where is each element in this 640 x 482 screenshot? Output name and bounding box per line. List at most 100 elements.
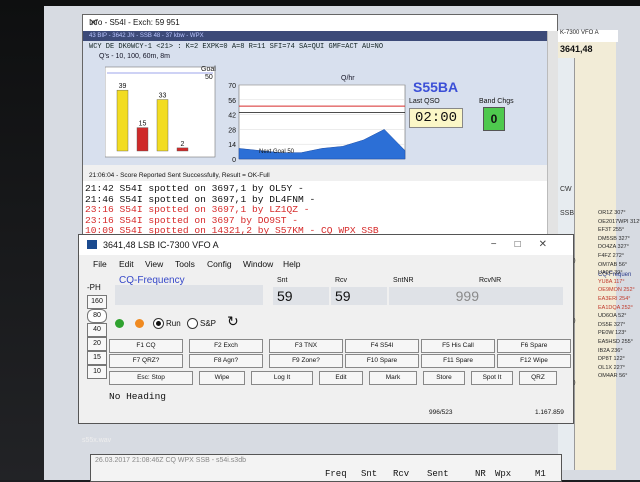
- band-label: -PH: [87, 283, 101, 292]
- log-col-nr[interactable]: NR: [475, 469, 486, 479]
- bandmap-spot[interactable]: OM4AR 56°: [598, 373, 627, 379]
- function-key-button[interactable]: F1 CQ: [109, 339, 183, 353]
- heading-text: No Heading: [109, 391, 167, 402]
- window-controls[interactable]: −□✕: [491, 239, 565, 250]
- action-button[interactable]: Edit: [319, 371, 363, 385]
- close-icon[interactable]: ✕: [89, 18, 553, 29]
- rcv-label: Rcv: [335, 277, 348, 284]
- app-logo-icon: [87, 240, 97, 249]
- bandmap-spot[interactable]: IB2A 236°: [598, 348, 623, 354]
- menu-tools[interactable]: Tools: [175, 259, 195, 269]
- function-key-button[interactable]: F6 Spare: [497, 339, 571, 353]
- qs-chart-title: Q's - 10, 100, 60m, 8m: [99, 53, 170, 60]
- function-key-button[interactable]: F9 Zone?: [269, 354, 343, 368]
- action-button[interactable]: Esc: Stop: [109, 371, 193, 385]
- action-button[interactable]: QRZ: [519, 371, 557, 385]
- function-key-button[interactable]: F3 TNX: [269, 339, 343, 353]
- function-key-button[interactable]: F4 S54I: [345, 339, 419, 353]
- refresh-icon[interactable]: ↻: [227, 313, 239, 330]
- info-scrollbar[interactable]: [547, 31, 558, 237]
- last-qso-label: Last QSO: [409, 98, 440, 105]
- status-score: 1.167.859: [535, 409, 564, 416]
- bandmap-spot[interactable]: DP8T 122°: [598, 356, 625, 362]
- log-col-freq[interactable]: Freq: [325, 469, 347, 479]
- wcy-line: WCY DE DK0WCY-1 <21> : K=2 EXPK=0 A=8 R=…: [89, 43, 384, 51]
- menu-help[interactable]: Help: [283, 259, 300, 269]
- bandmap-spot[interactable]: EA1DQA 252°: [598, 305, 633, 311]
- spot-line[interactable]: 21:46 S54I spotted on 3697,1 by DL4FNM -: [85, 194, 315, 205]
- menu-window[interactable]: Window: [243, 259, 273, 269]
- menu-edit[interactable]: Edit: [119, 259, 134, 269]
- band-changes-count: 0: [483, 107, 505, 131]
- menu-view[interactable]: View: [145, 259, 163, 269]
- info-titlebar: Info - S54I - Exch: 59 951 ✕: [83, 15, 557, 31]
- spot-line[interactable]: 23:16 S54I spotted on 3697 by DO9ST -: [85, 215, 298, 226]
- band-button-80[interactable]: 80: [87, 309, 107, 323]
- action-button[interactable]: Wipe: [199, 371, 245, 385]
- qs-bar: [176, 147, 189, 152]
- function-key-button[interactable]: F8 Agn?: [189, 354, 263, 368]
- log-col-rcv[interactable]: Rcv: [393, 469, 409, 479]
- rcvnr-label: RcvNR: [479, 277, 502, 284]
- bandmap-spot[interactable]: EA3ERI 254°: [598, 296, 630, 302]
- qhr-rate-chart: 70 56 42 28 14 0: [228, 83, 406, 164]
- action-button[interactable]: Store: [423, 371, 465, 385]
- function-key-button[interactable]: F11 Spare: [421, 354, 495, 368]
- bandmap-spot[interactable]: YU8A 117°: [598, 279, 625, 285]
- action-button[interactable]: Mark: [369, 371, 417, 385]
- spot-line[interactable]: 21:42 S54I spotted on 3697,1 by OL5Y -: [85, 183, 304, 194]
- rate-tick-label: 42: [228, 113, 236, 120]
- bandmap-spot[interactable]: PE0W 123°: [598, 330, 627, 336]
- menu-config[interactable]: Config: [207, 259, 232, 269]
- band-button-40[interactable]: 40: [87, 323, 107, 337]
- log-col-wpx[interactable]: Wpx: [495, 469, 511, 479]
- bandmap-spot[interactable]: DO4ZA 327°: [598, 244, 629, 250]
- bandmap-spot[interactable]: OM7AB 56°: [598, 262, 627, 268]
- bandmap-spot[interactable]: OR1Z 307°: [598, 210, 626, 216]
- bandmap-spot[interactable]: OL1X 227°: [598, 365, 625, 371]
- sp-radio[interactable]: [187, 318, 198, 329]
- green-status-icon: [115, 319, 124, 328]
- sntnr-field[interactable]: 999: [389, 287, 483, 305]
- spot-line[interactable]: 23:16 S54I spotted on 3697,1 by LZ1QZ -: [85, 204, 310, 215]
- action-button[interactable]: Log It: [251, 371, 313, 385]
- bandmap-spot[interactable]: UA9C 39°: [598, 270, 623, 276]
- menu-file[interactable]: File: [93, 259, 107, 269]
- function-key-button[interactable]: F12 Wipe: [497, 354, 571, 368]
- log-col-snt[interactable]: Snt: [361, 469, 377, 479]
- bandmap-spot[interactable]: OE9MON 252°: [598, 287, 635, 293]
- band-button-20[interactable]: 20: [87, 337, 107, 351]
- function-key-button[interactable]: F5 His Call: [421, 339, 495, 353]
- rate-tick-label: 28: [228, 127, 236, 134]
- function-key-button[interactable]: F10 Spare: [345, 354, 419, 368]
- run-radio[interactable]: [153, 318, 164, 329]
- qs-bar: [156, 99, 169, 152]
- band-button-15[interactable]: 15: [87, 351, 107, 365]
- callsign-input[interactable]: [115, 285, 263, 305]
- band-button-160[interactable]: 160: [87, 295, 107, 309]
- bandmap-title: K-7300 VFO A: [558, 30, 618, 42]
- function-key-button[interactable]: F2 Exch: [189, 339, 263, 353]
- band-changes-label: Band Chgs: [479, 98, 514, 105]
- spot-list[interactable]: 21:42 S54I spotted on 3697,1 by OL5Y -21…: [83, 181, 547, 237]
- qs-bar-label: 2: [181, 141, 185, 148]
- rcvnr-field[interactable]: [479, 287, 563, 305]
- band-button-10[interactable]: 10: [87, 365, 107, 379]
- bandmap-spot[interactable]: OE2017WPI 312°: [598, 219, 640, 225]
- status-count: 996/523: [429, 409, 453, 416]
- rate-tick-label: 14: [228, 142, 236, 149]
- bandmap-spot[interactable]: F4FZ 272°: [598, 253, 624, 259]
- bandmap-spot[interactable]: EF3T 255°: [598, 227, 624, 233]
- rcv-field[interactable]: 59: [331, 287, 387, 305]
- bandmap-spot[interactable]: EA5HSD 255°: [598, 339, 633, 345]
- function-key-button[interactable]: F7 QRZ?: [109, 354, 183, 368]
- wav-file-label: s55x.wav: [82, 437, 112, 444]
- log-col-sent[interactable]: Sent: [427, 469, 449, 479]
- entry-titlebar[interactable]: 3641,48 LSB IC-7300 VFO A −□✕: [79, 235, 573, 255]
- log-col-m1[interactable]: M1: [535, 469, 546, 479]
- action-button[interactable]: Spot It: [471, 371, 513, 385]
- bandmap-spot[interactable]: DM5SB 327°: [598, 236, 630, 242]
- bandmap-spot[interactable]: DS5E 327°: [598, 322, 625, 328]
- snt-field[interactable]: 59: [273, 287, 329, 305]
- bandmap-spot[interactable]: UD6OA 52°: [598, 313, 627, 319]
